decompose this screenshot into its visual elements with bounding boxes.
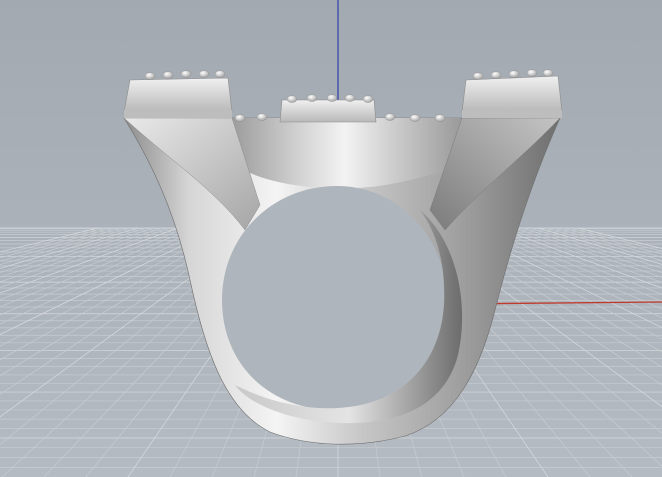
stone-bead: [490, 71, 502, 79]
stone-bead: [326, 94, 338, 102]
stone-bead: [434, 114, 446, 122]
stone-bead: [508, 70, 520, 78]
stone-bead: [286, 95, 298, 103]
stone-bead: [256, 113, 268, 121]
viewport-canvas[interactable]: [0, 0, 662, 477]
stone-bead: [180, 70, 192, 78]
stone-bead: [542, 69, 554, 77]
stone-bead: [306, 94, 318, 102]
stone-bead: [144, 72, 156, 80]
center-top-block: [279, 99, 377, 123]
stone-bead: [384, 113, 396, 121]
right-top-block: [461, 75, 563, 118]
stone-bead: [362, 95, 374, 103]
stone-bead: [344, 94, 356, 102]
stone-bead: [472, 72, 484, 80]
stone-bead: [234, 114, 246, 122]
stone-bead: [526, 69, 538, 77]
stone-bead: [162, 71, 174, 79]
stone-bead: [409, 114, 421, 122]
perspective-viewport[interactable]: [0, 0, 662, 477]
left-top-block: [123, 77, 233, 118]
stone-bead: [214, 70, 226, 78]
stone-bead: [198, 70, 210, 78]
finger-hole: [222, 186, 448, 410]
